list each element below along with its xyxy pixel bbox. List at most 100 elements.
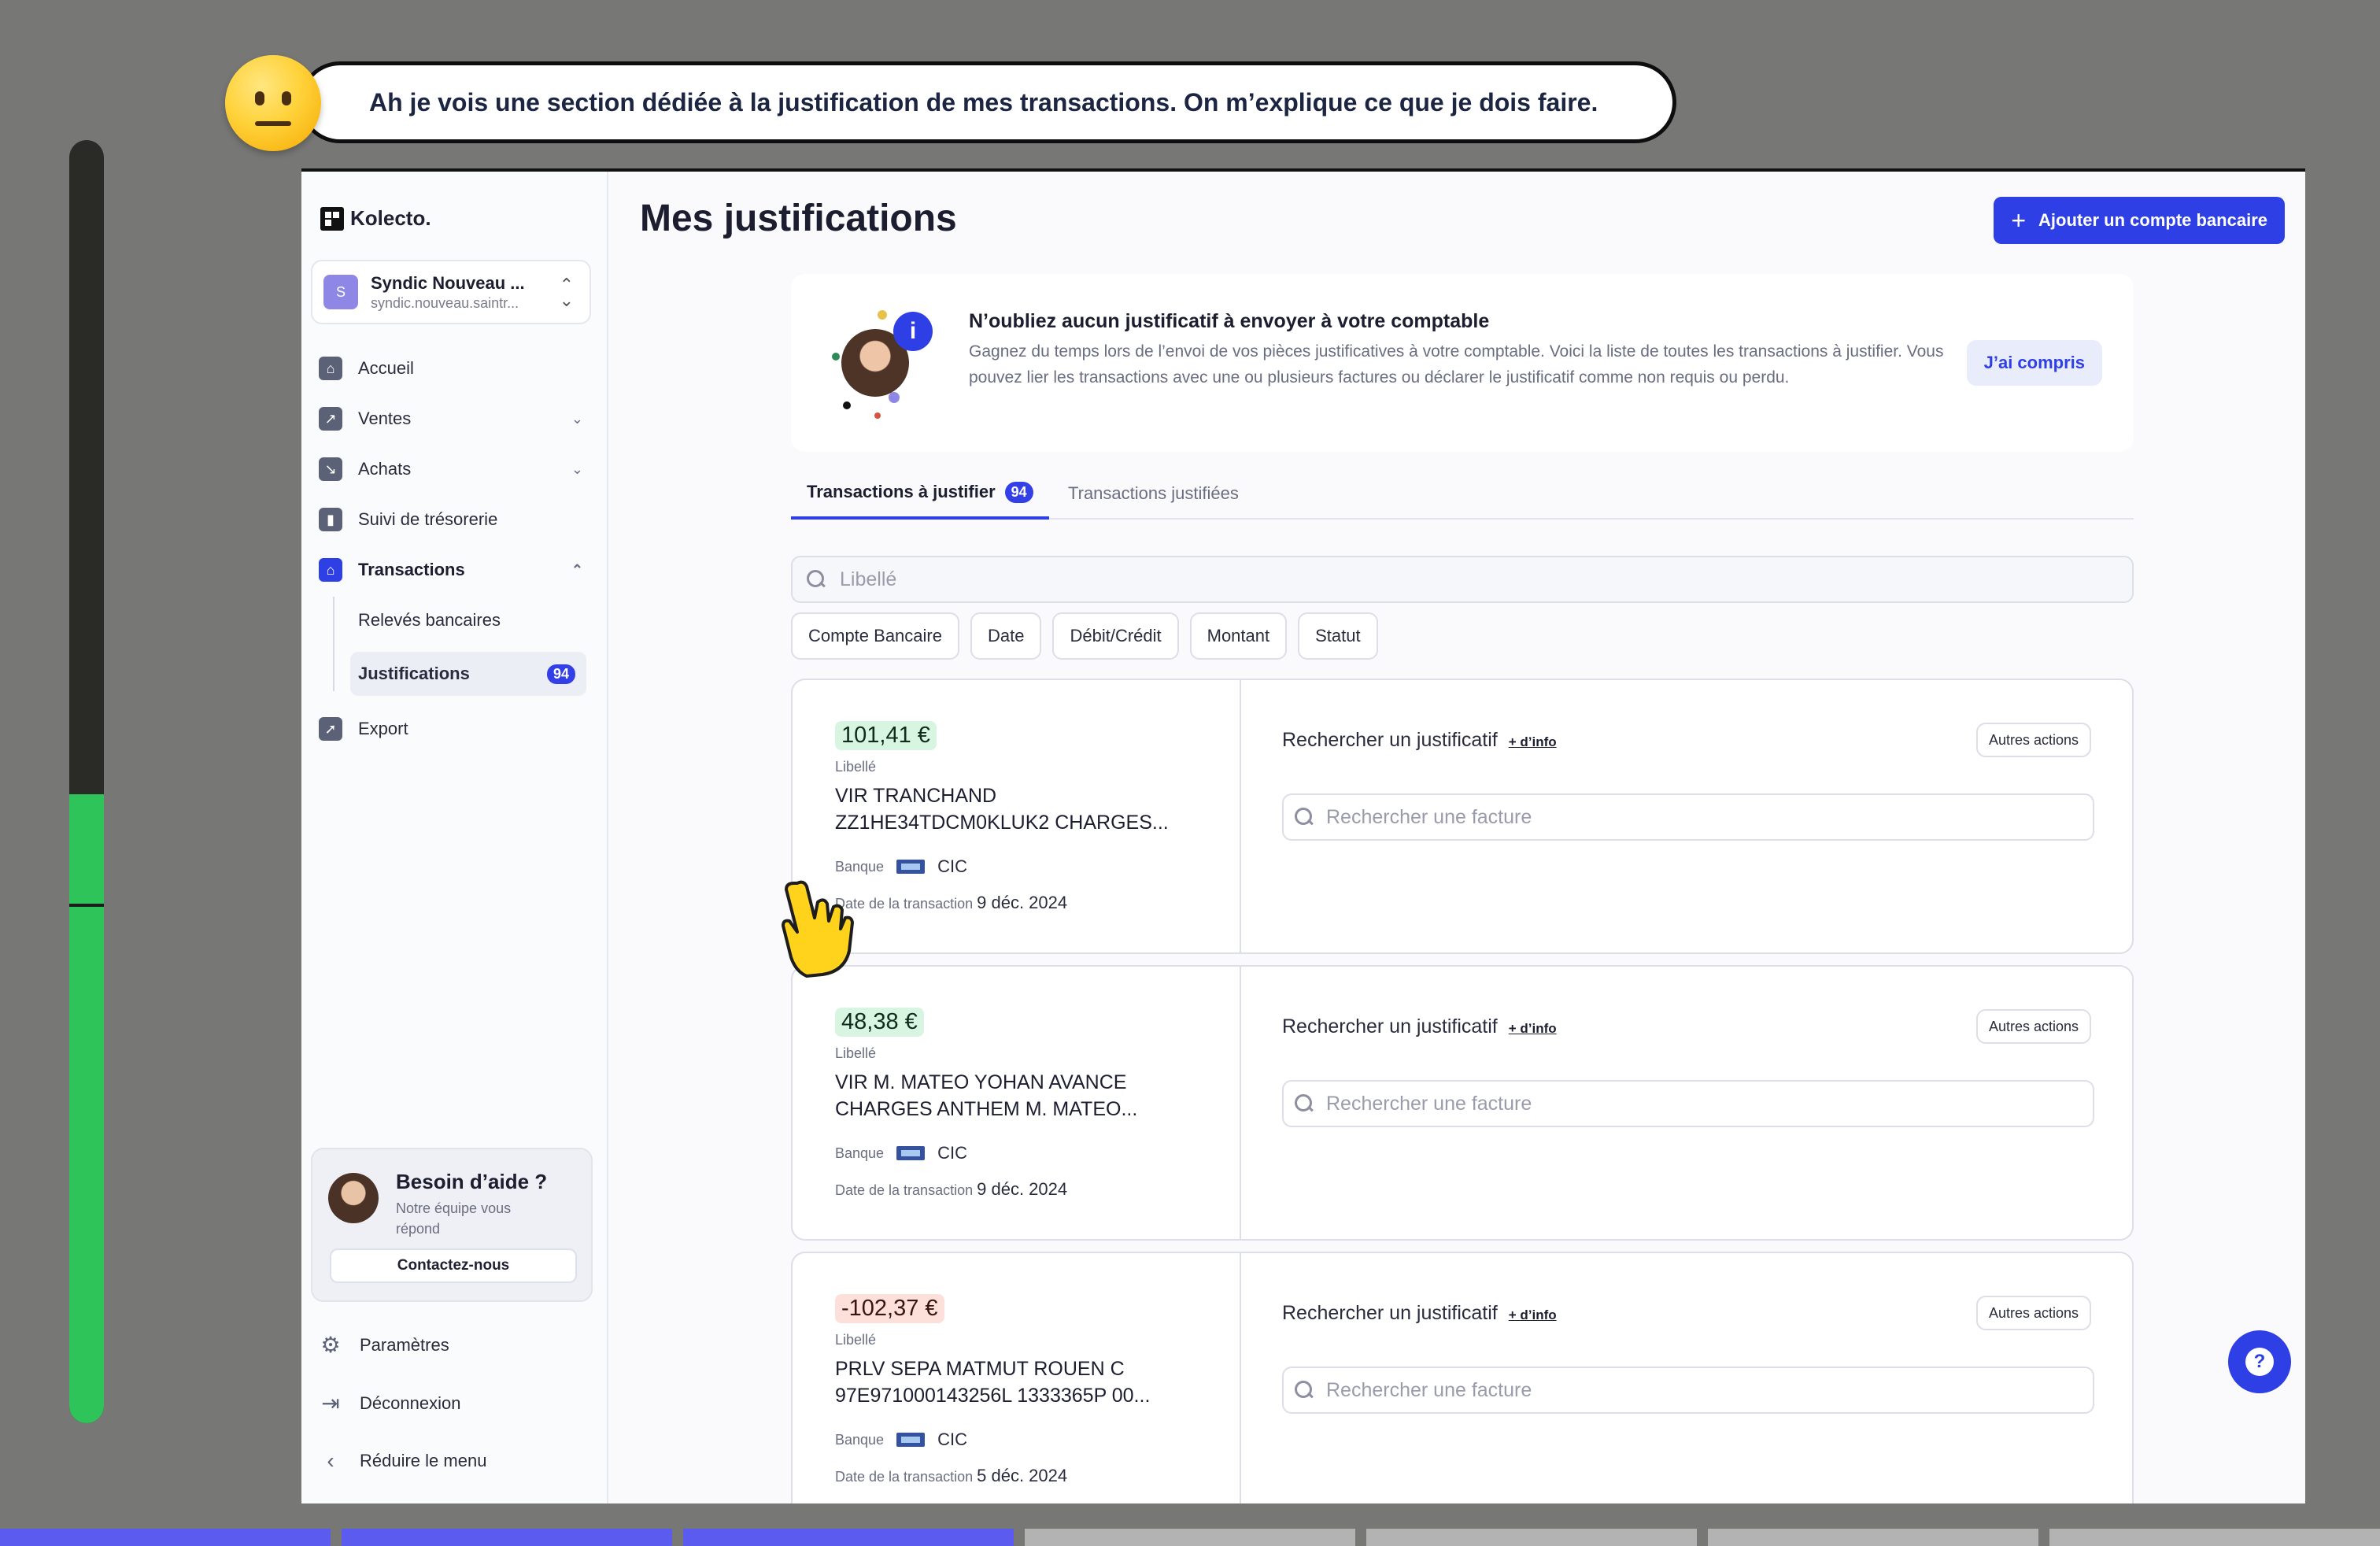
vertical-progress-bar [69, 140, 104, 1423]
transaction-description: VIR M. MATEO YOHAN AVANCE CHARGES ANTHEM… [835, 1071, 1138, 1120]
sidebar-item-label: Export [358, 719, 408, 738]
add-bank-account-label: Ajouter un compte bancaire [2038, 210, 2267, 230]
invoice-search-placeholder: Rechercher une facture [1326, 805, 1532, 828]
understood-button[interactable]: J’ai compris [1966, 340, 2102, 386]
home-icon: ⌂ [319, 357, 342, 380]
filter-button[interactable]: Compte Bancaire [791, 612, 959, 660]
bank-name: CIC [937, 856, 967, 876]
filter-button[interactable]: Débit/Crédit [1052, 612, 1179, 660]
transaction-details: 48,38 € Libellé VIR M. MATEO YOHAN AVANC… [793, 967, 1241, 1239]
neutral-face-emoji-icon [225, 55, 321, 151]
collapse-menu-button[interactable]: ‹ Réduire le menu [319, 1448, 486, 1474]
bank-row: Banque CIC [835, 1143, 967, 1163]
label-caption: Libellé [835, 759, 877, 775]
search-placeholder: Libellé [840, 568, 897, 590]
kolecto-logo[interactable]: Kolecto. [320, 206, 431, 231]
bank-name: CIC [937, 1429, 967, 1449]
invoice-search-placeholder: Rechercher une facture [1326, 1378, 1532, 1401]
invoice-search-input[interactable]: Rechercher une facture [1282, 1080, 2094, 1127]
chevron-up-icon: ⌃ [571, 561, 583, 578]
amount-badge: 101,41 € [835, 721, 937, 750]
org-name: Syndic Nouveau ... [371, 272, 525, 293]
sidebar-subitem-label: Justifications [358, 664, 470, 683]
sidebar-item-label: Achats [358, 459, 412, 479]
bank-caption: Banque [835, 1431, 885, 1448]
narration-bubble: Ah je vois une section dédiée à la justi… [299, 61, 1676, 143]
arrow-down-right-icon: ↘ [319, 457, 342, 481]
sidebar-item-transactions[interactable]: ⌂ Transactions ⌃ [319, 551, 591, 589]
plus-icon: + [2011, 205, 2027, 235]
organization-switcher[interactable]: S Syndic Nouveau ... syndic.nouveau.sain… [311, 260, 591, 324]
step-segment [1366, 1529, 1697, 1546]
filter-button[interactable]: Montant [1189, 612, 1288, 660]
sidebar: Kolecto. S Syndic Nouveau ... syndic.nou… [301, 172, 608, 1503]
accountant-illustration: i [827, 305, 933, 423]
sidebar-item-label: Suivi de trésorerie [358, 509, 498, 529]
sidebar-item-deconnexion[interactable]: ⇥ Déconnexion [319, 1390, 460, 1416]
help-subtitle: Notre équipe vous répond [396, 1200, 512, 1237]
logo-text: Kolecto. [350, 206, 431, 230]
chevron-left-icon: ‹ [327, 1448, 334, 1473]
contact-button[interactable]: Contactez-nous [330, 1248, 577, 1283]
invoice-search-input[interactable]: Rechercher une facture [1282, 1367, 2094, 1414]
sidebar-subitem-label: Relevés bancaires [358, 610, 501, 630]
gear-icon: ⚙ [320, 1333, 341, 1357]
help-card: Besoin d’aide ? Notre équipe vous répond… [311, 1148, 593, 1302]
add-bank-account-button[interactable]: + Ajouter un compte bancaire [1994, 197, 2285, 244]
invoice-search-input[interactable]: Rechercher une facture [1282, 793, 2094, 841]
sidebar-item-achats[interactable]: ↘ Achats ⌄ [319, 450, 591, 488]
sidebar-item-label: Réduire le menu [360, 1451, 487, 1470]
pointer-hand-cursor-icon [782, 880, 854, 978]
sidebar-item-tresorerie[interactable]: ▮ Suivi de trésorerie [319, 501, 591, 538]
sidebar-item-label: Ventes [358, 409, 412, 428]
org-email: syndic.nouveau.saintr... [371, 294, 519, 311]
invoice-search-placeholder: Rechercher une facture [1326, 1092, 1532, 1115]
more-info-link[interactable]: + d’info [1509, 1021, 1557, 1037]
cic-bank-logo-icon [896, 860, 926, 874]
export-icon: ➚ [319, 717, 342, 741]
sidebar-item-parametres[interactable]: ⚙ Paramètres [319, 1332, 449, 1358]
sidebar-subitem-releves[interactable]: Relevés bancaires [350, 598, 586, 642]
step-segment [683, 1529, 1014, 1546]
transaction-card: -102,37 € Libellé PRLV SEPA MATMUT ROUEN… [791, 1252, 2134, 1503]
info-banner: i N’oubliez aucun justificatif à envoyer… [791, 274, 2134, 452]
sidebar-subitem-justifications[interactable]: Justifications 94 [350, 652, 586, 696]
bank-name: CIC [937, 1143, 967, 1163]
search-justification-heading: Rechercher un justificatif + d’info [1282, 1015, 1557, 1038]
tree-connector [333, 597, 349, 691]
tab-justifiees[interactable]: Transactions justifiées [1068, 468, 1239, 520]
sidebar-item-label: Déconnexion [360, 1393, 461, 1413]
label-caption: Libellé [835, 1045, 877, 1061]
search-justification-title: Rechercher un justificatif [1282, 729, 1498, 751]
tab-a-justifier[interactable]: Transactions à justifier 94 [791, 468, 1049, 520]
transaction-card: 101,41 € Libellé VIR TRANCHAND ZZ1HE34TD… [791, 679, 2134, 954]
logout-icon: ⇥ [321, 1391, 340, 1415]
step-segment [1708, 1529, 2038, 1546]
count-badge: 94 [546, 664, 575, 684]
other-actions-button[interactable]: Autres actions [1975, 1296, 2091, 1330]
help-chat-button[interactable]: ? [2228, 1330, 2291, 1393]
other-actions-button[interactable]: Autres actions [1975, 723, 2091, 757]
amount-badge: 48,38 € [835, 1008, 924, 1037]
more-info-link[interactable]: + d’info [1509, 1307, 1557, 1323]
count-badge: 94 [1004, 481, 1033, 503]
label-caption: Libellé [835, 1332, 877, 1348]
search-input[interactable]: Libellé [791, 556, 2134, 603]
date-caption: Date de la transaction [835, 1182, 974, 1198]
question-mark-icon: ? [2245, 1348, 2274, 1376]
step-segment [0, 1529, 331, 1546]
filter-button[interactable]: Statut [1298, 612, 1378, 660]
sidebar-item-export[interactable]: ➚ Export [319, 710, 591, 748]
step-indicator [0, 1529, 2380, 1546]
info-text: Gagnez du temps lors de l’envoi de vos p… [969, 342, 1944, 386]
cic-bank-logo-icon [896, 1146, 926, 1160]
chevron-down-icon: ⌄ [571, 410, 583, 427]
transaction-details: -102,37 € Libellé PRLV SEPA MATMUT ROUEN… [793, 1253, 1241, 1503]
sidebar-item-ventes[interactable]: ↗ Ventes ⌄ [319, 400, 591, 438]
more-info-link[interactable]: + d’info [1509, 734, 1557, 750]
date-row: Date de la transaction 5 déc. 2024 [835, 1466, 1067, 1486]
cic-bank-logo-icon [896, 1433, 926, 1447]
filter-button[interactable]: Date [970, 612, 1042, 660]
other-actions-button[interactable]: Autres actions [1975, 1009, 2091, 1044]
sidebar-item-accueil[interactable]: ⌂ Accueil [319, 350, 591, 387]
